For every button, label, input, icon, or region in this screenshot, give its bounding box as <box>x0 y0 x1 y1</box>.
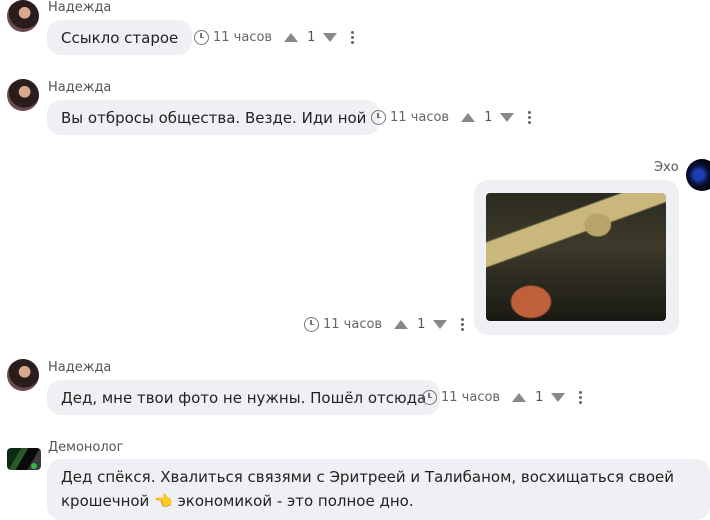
shared-image[interactable] <box>486 193 666 321</box>
clock-icon <box>194 29 209 45</box>
upvote-icon[interactable] <box>461 112 476 122</box>
vote-count: 1 <box>307 29 316 45</box>
more-icon[interactable] <box>458 316 467 333</box>
more-icon[interactable] <box>525 109 534 126</box>
avatar-nadezhda[interactable] <box>7 79 39 111</box>
message-author[interactable]: Надежда <box>48 360 111 375</box>
downvote-icon[interactable] <box>551 392 566 402</box>
message-meta: 11 часов 1 <box>194 27 357 47</box>
message-author[interactable]: Надежда <box>48 80 111 95</box>
clock-icon <box>304 316 319 332</box>
message-time: 11 часов <box>323 316 383 332</box>
media-message <box>474 180 679 335</box>
message-bubble: Вы отбросы общества. Везде. Иди ной <box>47 100 381 135</box>
avatar-echo[interactable] <box>686 159 710 191</box>
upvote-icon[interactable] <box>512 392 527 402</box>
vote-count: 1 <box>417 316 426 332</box>
avatar-nadezhda[interactable] <box>7 0 39 32</box>
message-time: 11 часов <box>390 109 450 125</box>
message-time: 11 часов <box>441 389 501 405</box>
online-indicator <box>31 463 37 469</box>
message-author[interactable]: Демонолог <box>48 440 123 455</box>
downvote-icon[interactable] <box>500 112 515 122</box>
pointing-left-emoji: 👈 <box>154 492 173 510</box>
vote-count: 1 <box>535 389 544 405</box>
message-author[interactable]: Эхо <box>654 160 679 175</box>
clock-icon <box>371 109 386 125</box>
message-bubble: Дед, мне твои фото не нужны. Пошёл отсюд… <box>47 380 441 415</box>
message-author[interactable]: Надежда <box>48 0 111 15</box>
message-meta: 11 часов 1 <box>304 314 467 334</box>
downvote-icon[interactable] <box>433 319 448 329</box>
vote-count: 1 <box>484 109 493 125</box>
message-meta: 11 часов 1 <box>422 387 585 407</box>
avatar-nadezhda[interactable] <box>7 359 39 391</box>
clock-icon <box>422 389 437 405</box>
upvote-icon[interactable] <box>284 32 299 42</box>
message-text: экономикой - это полное дно. <box>177 492 414 510</box>
more-icon[interactable] <box>576 389 585 406</box>
message-meta: 11 часов 1 <box>371 107 534 127</box>
downvote-icon[interactable] <box>323 32 338 42</box>
message-time: 11 часов <box>213 29 273 45</box>
upvote-icon[interactable] <box>394 319 409 329</box>
message-bubble: Ссыкло старое <box>47 20 193 55</box>
message-bubble: Дед спёкся. Хвалиться связями с Эритреей… <box>47 459 710 520</box>
more-icon[interactable] <box>348 29 357 46</box>
